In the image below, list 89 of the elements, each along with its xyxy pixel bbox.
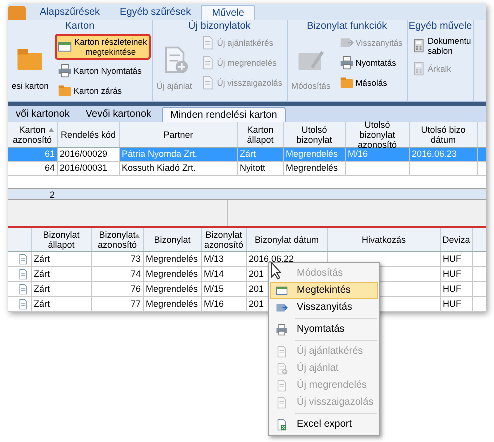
menu-item[interactable]: Nyomtatás — [270, 321, 378, 338]
table-cell: Zárt — [32, 252, 92, 266]
table-cell: M/16 — [346, 148, 410, 161]
table-cell: Kossuth Kiadó Zrt. — [120, 162, 238, 175]
document-arrow-icon — [340, 36, 354, 50]
group-title: Karton — [64, 20, 96, 33]
card-icon — [58, 40, 72, 54]
table-cell: 77 — [92, 297, 144, 311]
table-cell: Zárt — [238, 148, 284, 161]
ribbon-button[interactable]: Nyomtatás — [336, 54, 406, 72]
ribbon-button[interactable]: esi karton — [9, 33, 52, 95]
table-cell: Zárt — [32, 267, 92, 281]
calculator-icon — [412, 39, 426, 53]
table-cell: Megrendelés — [144, 297, 202, 311]
column-header[interactable]: Bizonylat azonosító — [202, 228, 247, 251]
ribbon-tab[interactable]: Alapszűrések — [30, 5, 110, 20]
table-cell: M/15 — [202, 282, 247, 296]
table-cell: 2016.06.23 — [410, 148, 478, 161]
document-icon — [276, 380, 288, 392]
group-title: Egyéb művele — [408, 20, 472, 33]
calculator-icon — [412, 62, 426, 76]
table-cell: Zárt — [32, 297, 92, 311]
table-cell: M/14 — [202, 267, 247, 281]
add-document-icon — [276, 362, 288, 374]
ribbon-button[interactable]: Másolás — [336, 74, 406, 92]
sort-icon — [135, 234, 140, 238]
table-cell: 64 — [8, 162, 58, 175]
column-header[interactable]: Hivatkozás — [328, 228, 441, 251]
column-header[interactable]: Partner — [120, 122, 238, 147]
sort-icon — [49, 128, 54, 132]
table-cell: HUF — [441, 267, 473, 281]
ribbon-tab[interactable]: Egyéb szűrések — [110, 5, 202, 20]
grid-tab[interactable]: vői kartonok — [8, 107, 78, 122]
folder-icon — [58, 84, 72, 98]
ribbon-tab[interactable]: Művele — [201, 5, 256, 20]
table-cell: 2016/00031 — [58, 162, 120, 175]
column-header[interactable]: Bizonylat dátum — [247, 228, 328, 251]
table-cell: Megrendelés — [144, 282, 202, 296]
ribbon-button[interactable]: Karton részleteinek megtekintése — [54, 34, 151, 60]
ribbon-button[interactable]: Karton Nyomtatás — [54, 62, 151, 80]
document-icon — [201, 36, 216, 50]
column-header[interactable]: Karton azonosító — [8, 122, 58, 147]
group-title: Új bizonylatok — [188, 20, 252, 33]
document-icon — [276, 396, 288, 408]
column-header[interactable]: Utolsó bizonylat — [284, 122, 346, 147]
table-cell: Zárt — [32, 282, 92, 296]
table-cell: Megrendelés — [144, 252, 202, 266]
table-cell: 73 — [92, 252, 144, 266]
table-cell: M/16 — [202, 297, 247, 311]
table-cell: HUF — [441, 282, 473, 296]
grid-tab[interactable]: Minden rendelési karton — [162, 107, 286, 122]
table-cell: Pátria Nyomda Zrt. — [120, 148, 238, 161]
ribbon-button[interactable]: Karton zárás — [54, 82, 151, 100]
table-cell: Megrendelés — [144, 267, 202, 281]
table-cell: HUF — [441, 252, 473, 266]
printer-icon — [340, 56, 354, 70]
card-icon — [276, 284, 288, 296]
row-count: 2 — [48, 189, 56, 199]
spreadsheet-icon — [276, 418, 288, 430]
table-cell: 74 — [92, 267, 144, 281]
printer-icon — [58, 64, 72, 78]
column-header[interactable]: Deviza — [441, 228, 473, 251]
table-cell: HUF — [441, 297, 473, 311]
table-cell: 76 — [92, 282, 144, 296]
table-cell: 2016/00029 — [58, 148, 120, 161]
printer-icon — [276, 324, 288, 336]
document-icon — [201, 56, 216, 70]
column-header[interactable]: Bizonylat azonosító — [92, 228, 144, 251]
folder-icon — [340, 76, 354, 90]
document-icon — [276, 346, 288, 358]
table-cell: Nyitott — [238, 162, 284, 175]
column-header[interactable]: Karton állapot — [238, 122, 284, 147]
app-menu-button[interactable] — [8, 6, 26, 20]
table-row[interactable]: 64 2016/00031 Kossuth Kiadó Zrt. Nyitott Megrendelés — [8, 162, 486, 176]
table-cell: Megrendelés — [284, 148, 346, 161]
grid-tab[interactable]: Vevői kartonok — [78, 107, 160, 122]
column-header[interactable]: Rendelés kód — [58, 122, 120, 147]
group-title: Bizonylat funkciók — [306, 20, 388, 33]
table-cell: Megrendelés — [284, 162, 346, 175]
document-icon — [201, 76, 216, 90]
column-header[interactable]: Bizonylat — [144, 228, 202, 251]
table-row[interactable]: 61 2016/00029 Pátria Nyomda Zrt. Zárt Megrendelés M/16 2016.06.23 — [8, 148, 486, 162]
column-header[interactable]: Utolsó bizo dátum — [410, 122, 478, 147]
column-header[interactable]: Utolsó bizonylat azonosító — [346, 122, 410, 147]
menu-item[interactable]: Excel export — [270, 416, 378, 433]
menu-item[interactable]: Megtekintés — [270, 282, 378, 299]
table-cell: M/13 — [202, 252, 247, 266]
column-header[interactable]: Bizonylat állapot — [32, 228, 92, 251]
ribbon-button[interactable]: Dokumentu sablon — [408, 34, 471, 58]
